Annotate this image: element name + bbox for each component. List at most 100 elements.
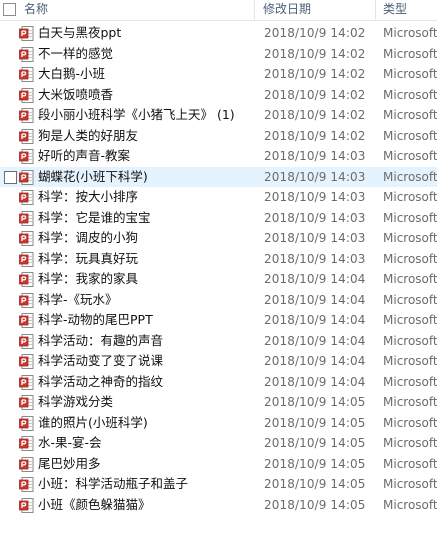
file-name: 白天与黑夜ppt xyxy=(38,25,122,40)
file-type: Microsoft xyxy=(383,456,437,471)
file-modified-date: 2018/10/9 14:04 xyxy=(264,313,366,327)
file-row[interactable]: 蝴蝶花(小班下科学) 2018/10/9 14:03 Microsoft xyxy=(0,166,437,187)
file-name: 谁的照片(小班科学) xyxy=(38,414,148,430)
file-type: Microsoft xyxy=(383,272,437,286)
file-type: Microsoft xyxy=(383,497,437,512)
column-divider[interactable] xyxy=(375,0,376,21)
ppt-file-icon xyxy=(19,354,34,369)
file-type: Microsoft xyxy=(383,395,437,409)
file-type: Microsoft xyxy=(383,87,437,102)
file-type: Microsoft xyxy=(383,313,437,327)
file-type: Microsoft xyxy=(383,128,437,143)
ppt-file-icon xyxy=(19,251,34,267)
file-modified-date: 2018/10/9 14:04 xyxy=(264,374,366,389)
ppt-file-icon xyxy=(19,456,34,472)
file-row[interactable]: 科学活动：有趣的声音 2018/10/9 14:04 Microsoft xyxy=(0,331,437,352)
file-name: 科学：我家的家具 xyxy=(38,271,139,286)
file-row[interactable]: 狗是人类的好朋友 2018/10/9 14:02 Microsoft xyxy=(0,126,437,147)
file-modified-date: 2018/10/9 14:03 xyxy=(264,149,366,163)
file-name: 大米饭喷喷香 xyxy=(38,86,114,102)
file-modified-date: 2018/10/9 14:04 xyxy=(264,292,366,307)
row-select-checkbox[interactable] xyxy=(4,170,17,184)
file-rows: 白天与黑夜ppt 2018/10/9 14:02 Microsoft 不一样的感觉 20… xyxy=(0,23,437,515)
file-name: 大白鹅-小班 xyxy=(38,66,106,81)
file-modified-date: 2018/10/9 14:04 xyxy=(264,272,366,286)
file-name: 尾巴妙用多 xyxy=(38,455,101,471)
file-type: Microsoft xyxy=(383,333,437,348)
file-name: 好听的声音-教案 xyxy=(38,148,131,163)
file-type: Microsoft xyxy=(383,169,437,184)
file-name: 科学：按大小排序 xyxy=(38,189,139,204)
file-modified-date: 2018/10/9 14:02 xyxy=(264,128,366,143)
file-type: Microsoft xyxy=(383,292,437,307)
file-row[interactable]: 科学：调皮的小狗 2018/10/9 14:03 Microsoft xyxy=(0,228,437,249)
file-row[interactable]: 大白鹅-小班 2018/10/9 14:02 Microsoft xyxy=(0,64,437,85)
file-modified-date: 2018/10/9 14:02 xyxy=(264,67,366,81)
file-name: 狗是人类的好朋友 xyxy=(38,127,139,143)
file-row[interactable]: 好听的声音-教案 2018/10/9 14:03 Microsoft xyxy=(0,146,437,167)
file-name: 水-果-宴-会 xyxy=(38,435,102,450)
file-modified-date: 2018/10/9 14:05 xyxy=(264,456,366,471)
file-name: 小班《颜色躲猫猫》 xyxy=(38,496,151,512)
ppt-file-icon xyxy=(19,149,34,164)
file-row[interactable]: 科学游戏分类 2018/10/9 14:05 Microsoft xyxy=(0,392,437,413)
file-row[interactable]: 小班《颜色躲猫猫》 2018/10/9 14:05 Microsoft xyxy=(0,495,437,516)
file-row[interactable]: 尾巴妙用多 2018/10/9 14:05 Microsoft xyxy=(0,454,437,475)
file-row[interactable]: 不一样的感觉 2018/10/9 14:02 Microsoft xyxy=(0,44,437,65)
file-row[interactable]: 科学：它是谁的宝宝 2018/10/9 14:03 Microsoft xyxy=(0,208,437,229)
file-name: 科学活动变了变了说课 xyxy=(38,353,164,368)
column-header-date[interactable]: 修改日期 xyxy=(263,0,373,21)
file-modified-date: 2018/10/9 14:05 xyxy=(264,436,366,450)
ppt-file-icon xyxy=(19,26,34,41)
ppt-file-icon xyxy=(19,415,34,431)
column-divider[interactable] xyxy=(254,0,255,21)
file-type: Microsoft xyxy=(383,415,437,430)
ppt-file-icon xyxy=(19,292,34,308)
select-all-checkbox[interactable] xyxy=(3,3,16,16)
file-type: Microsoft xyxy=(383,210,437,225)
file-modified-date: 2018/10/9 14:03 xyxy=(264,251,366,266)
file-type: Microsoft xyxy=(383,251,437,266)
file-modified-date: 2018/10/9 14:03 xyxy=(264,210,366,225)
file-modified-date: 2018/10/9 14:04 xyxy=(264,333,366,348)
file-type: Microsoft xyxy=(383,477,437,491)
ppt-file-icon xyxy=(19,46,34,62)
file-type: Microsoft xyxy=(383,108,437,122)
file-modified-date: 2018/10/9 14:02 xyxy=(264,46,366,61)
ppt-file-icon xyxy=(19,374,34,390)
file-row[interactable]: 科学活动之神奇的指纹 2018/10/9 14:04 Microsoft xyxy=(0,372,437,393)
file-row[interactable]: 小班：科学活动瓶子和盖子 2018/10/9 14:05 Microsoft xyxy=(0,474,437,495)
file-type: Microsoft xyxy=(383,374,437,389)
file-row[interactable]: 白天与黑夜ppt 2018/10/9 14:02 Microsoft xyxy=(0,23,437,44)
file-modified-date: 2018/10/9 14:05 xyxy=(264,395,366,409)
file-row[interactable]: 水-果-宴-会 2018/10/9 14:05 Microsoft xyxy=(0,433,437,454)
file-modified-date: 2018/10/9 14:04 xyxy=(264,354,366,368)
file-modified-date: 2018/10/9 14:05 xyxy=(264,477,366,491)
ppt-file-icon xyxy=(19,87,34,103)
file-type: Microsoft xyxy=(383,149,437,163)
ppt-file-icon xyxy=(19,497,34,513)
file-name: 不一样的感觉 xyxy=(38,45,114,61)
ppt-file-icon xyxy=(19,477,34,492)
file-row[interactable]: 段小丽小班科学《小猪飞上天》 (1) 2018/10/9 14:02 Microso… xyxy=(0,105,437,126)
column-header-type[interactable]: 类型 xyxy=(383,0,437,21)
file-name: 段小丽小班科学《小猪飞上天》 (1) xyxy=(38,107,235,122)
file-row[interactable]: 大米饭喷喷香 2018/10/9 14:02 Microsoft xyxy=(0,85,437,106)
file-row[interactable]: 科学-动物的尾巴PPT 2018/10/9 14:04 Microsoft xyxy=(0,310,437,331)
column-header-name[interactable]: 名称 xyxy=(24,0,254,21)
file-row[interactable]: 科学-《玩水》 2018/10/9 14:04 Microsoft xyxy=(0,290,437,311)
file-row[interactable]: 科学：玩具真好玩 2018/10/9 14:03 Microsoft xyxy=(0,249,437,270)
file-type: Microsoft xyxy=(383,354,437,368)
ppt-file-icon xyxy=(19,210,34,226)
file-name: 科学：调皮的小狗 xyxy=(38,230,139,245)
file-type: Microsoft xyxy=(383,231,437,245)
file-row[interactable]: 谁的照片(小班科学) 2018/10/9 14:05 Microsoft xyxy=(0,413,437,434)
file-row[interactable]: 科学：按大小排序 2018/10/9 14:03 Microsoft xyxy=(0,187,437,208)
file-type: Microsoft xyxy=(383,46,437,61)
file-row[interactable]: 科学：我家的家具 2018/10/9 14:04 Microsoft xyxy=(0,269,437,290)
column-header-bar: 名称 修改日期 类型 xyxy=(0,0,437,21)
file-modified-date: 2018/10/9 14:05 xyxy=(264,415,366,430)
file-type: Microsoft xyxy=(383,26,437,40)
file-row[interactable]: 科学活动变了变了说课 2018/10/9 14:04 Microsoft xyxy=(0,351,437,372)
ppt-file-icon xyxy=(19,108,34,123)
